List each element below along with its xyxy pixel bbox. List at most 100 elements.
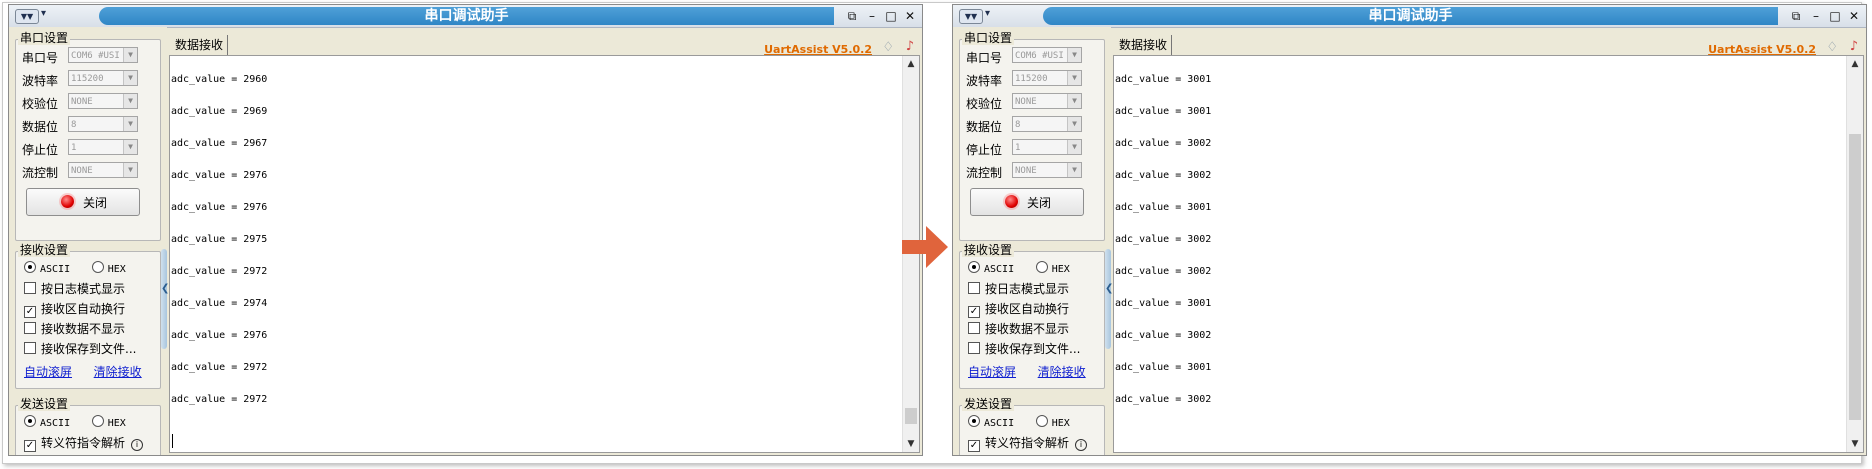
auto-scroll-link[interactable]: 自动滚屏: [968, 365, 1016, 379]
flow-select[interactable]: NONE ▼: [68, 162, 138, 178]
maximize-button[interactable]: □: [1827, 8, 1843, 24]
auto-scroll-link[interactable]: 自动滚屏: [24, 365, 72, 379]
bell-icon[interactable]: ♪: [906, 39, 914, 54]
flow-select[interactable]: NONE ▼: [1012, 162, 1082, 178]
collapse-handle[interactable]: [1105, 249, 1111, 349]
diamond-icon[interactable]: ♢: [882, 40, 894, 55]
baud-select[interactable]: 115200 ▼: [68, 70, 138, 86]
chevron-down-icon[interactable]: ▼: [123, 117, 137, 131]
tab-data-receive[interactable]: 数据接收: [1115, 35, 1173, 55]
hex-radio[interactable]: [91, 261, 104, 273]
clear-recv-link[interactable]: 清除接收: [1038, 365, 1086, 379]
escape-checkbox[interactable]: ✓: [24, 440, 36, 452]
scroll-down-icon[interactable]: ▼: [903, 436, 919, 452]
send-hex-radio[interactable]: [1035, 415, 1048, 427]
tab-data-receive[interactable]: 数据接收: [171, 35, 229, 55]
chevron-down-icon[interactable]: ▼: [1067, 117, 1081, 131]
databits-select[interactable]: 8 ▼: [1012, 116, 1082, 132]
escape-checkbox[interactable]: ✓: [968, 440, 980, 452]
chevron-down-icon[interactable]: ▼: [123, 140, 137, 154]
ascii-radio[interactable]: [968, 261, 980, 273]
ascii-label: ASCII: [984, 264, 1015, 275]
databits-select[interactable]: 8 ▼: [68, 116, 138, 132]
hide-data-checkbox[interactable]: [968, 322, 980, 334]
group-title: 发送设置: [18, 397, 71, 411]
chevron-down-icon[interactable]: ▼: [1067, 48, 1081, 62]
minimize-button[interactable]: –: [864, 8, 880, 24]
chevron-down-icon[interactable]: ▾: [985, 8, 990, 19]
close-port-button[interactable]: 关闭: [26, 188, 140, 216]
escape-option[interactable]: ✓ 转义符指令解析 i: [24, 435, 144, 452]
bell-icon[interactable]: ♪: [1850, 39, 1858, 54]
save-file-checkbox[interactable]: [24, 342, 36, 354]
group-title: 接收设置: [962, 243, 1015, 257]
log-mode-checkbox[interactable]: [968, 282, 980, 294]
chevron-down-icon[interactable]: ▼: [1067, 163, 1081, 177]
send-ascii-radio[interactable]: [24, 415, 36, 427]
log-line: adc_value = 3002: [1115, 266, 1212, 277]
status-led-icon: [61, 195, 74, 208]
scroll-thumb[interactable]: [905, 408, 917, 424]
chevron-down-icon[interactable]: ▾: [41, 8, 46, 19]
auto-wrap-option[interactable]: ✓ 接收区自动换行: [968, 301, 1069, 318]
chevron-down-icon[interactable]: ▼: [123, 94, 137, 108]
escape-option[interactable]: ✓ 转义符指令解析 i: [968, 435, 1088, 452]
hide-data-checkbox[interactable]: [24, 322, 36, 334]
ascii-radio[interactable]: [24, 261, 36, 273]
stopbits-select[interactable]: 1 ▼: [68, 139, 138, 155]
group-title: 接收设置: [18, 243, 71, 257]
app-menu-icon[interactable]: ▼▼: [959, 9, 983, 24]
stopbits-select[interactable]: 1 ▼: [1012, 139, 1082, 155]
auto-wrap-checkbox[interactable]: ✓: [968, 306, 980, 318]
send-hex-radio[interactable]: [91, 415, 104, 427]
save-file-option[interactable]: 接收保存到文件...: [968, 341, 1080, 357]
stopbits-row: 停止位 1 ▼: [22, 138, 154, 158]
close-port-button[interactable]: 关闭: [970, 188, 1084, 216]
chevron-down-icon[interactable]: ▼: [1067, 94, 1081, 108]
chevron-down-icon[interactable]: ▼: [123, 71, 137, 85]
port-select[interactable]: COM6 #USI ▼: [68, 47, 138, 63]
close-window-button[interactable]: ✕: [1846, 8, 1862, 24]
vertical-scrollbar[interactable]: ▲ ▼: [1846, 56, 1863, 452]
baud-select[interactable]: 115200 ▼: [1012, 70, 1082, 86]
chevron-down-icon[interactable]: ▼: [1067, 140, 1081, 154]
scroll-up-icon[interactable]: ▲: [903, 56, 919, 72]
auto-wrap-option[interactable]: ✓ 接收区自动换行: [24, 301, 125, 318]
chevron-down-icon[interactable]: ▼: [123, 163, 137, 177]
maximize-button[interactable]: □: [883, 8, 899, 24]
info-icon[interactable]: i: [131, 439, 144, 451]
clear-recv-link[interactable]: 清除接收: [94, 365, 142, 379]
scroll-up-icon[interactable]: ▲: [1847, 56, 1863, 72]
transition-arrow-icon: [902, 226, 948, 268]
save-file-option[interactable]: 接收保存到文件...: [24, 341, 136, 357]
save-file-checkbox[interactable]: [968, 342, 980, 354]
send-ascii-radio[interactable]: [968, 415, 980, 427]
auto-wrap-checkbox[interactable]: ✓: [24, 306, 36, 318]
hex-radio[interactable]: [1035, 261, 1048, 273]
diamond-icon[interactable]: ♢: [1826, 40, 1838, 55]
minimize-button[interactable]: –: [1808, 8, 1824, 24]
receive-area[interactable]: adc_value = 3001 adc_value = 3001 adc_va…: [1113, 55, 1864, 453]
stopbits-row: 停止位 1 ▼: [966, 138, 1098, 158]
close-window-button[interactable]: ✕: [902, 8, 918, 24]
parity-select[interactable]: NONE ▼: [68, 93, 138, 109]
log-mode-option[interactable]: 按日志模式显示: [24, 281, 125, 297]
hex-label: HEX: [1051, 264, 1070, 275]
databits-label: 数据位: [22, 120, 59, 134]
parity-select[interactable]: NONE ▼: [1012, 93, 1082, 109]
hide-data-option[interactable]: 接收数据不显示: [968, 321, 1069, 337]
scroll-thumb[interactable]: [1849, 134, 1861, 420]
app-menu-icon[interactable]: ▼▼: [15, 9, 39, 24]
chevron-down-icon[interactable]: ▼: [1067, 71, 1081, 85]
chevron-down-icon[interactable]: ▼: [123, 48, 137, 62]
port-select[interactable]: COM6 #USI ▼: [1012, 47, 1082, 63]
collapse-handle[interactable]: [161, 249, 167, 349]
pin-icon[interactable]: ⧉: [1788, 8, 1804, 24]
receive-area[interactable]: adc_value = 2960 adc_value = 2969 adc_va…: [169, 55, 920, 453]
hide-data-option[interactable]: 接收数据不显示: [24, 321, 125, 337]
info-icon[interactable]: i: [1075, 439, 1088, 451]
pin-icon[interactable]: ⧉: [844, 8, 860, 24]
log-mode-checkbox[interactable]: [24, 282, 36, 294]
log-mode-option[interactable]: 按日志模式显示: [968, 281, 1069, 297]
scroll-down-icon[interactable]: ▼: [1847, 436, 1863, 452]
